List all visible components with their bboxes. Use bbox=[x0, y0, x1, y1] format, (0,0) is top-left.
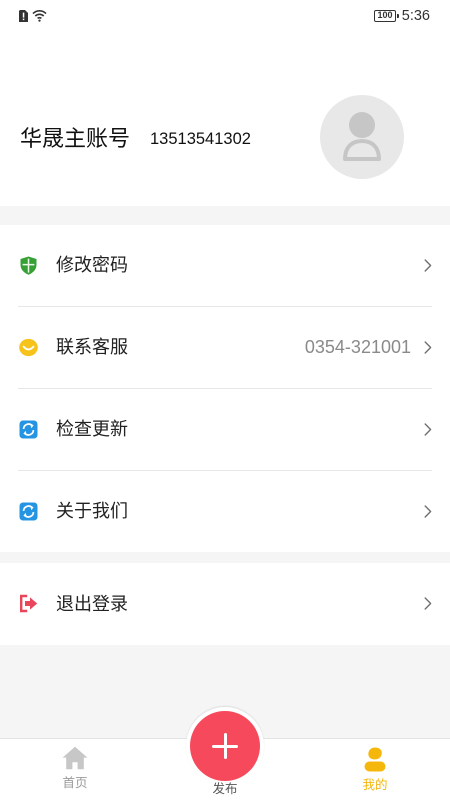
smile-icon bbox=[19, 338, 38, 357]
tab-label: 我的 bbox=[362, 778, 388, 792]
wifi-icon bbox=[32, 10, 47, 22]
tab-label: 首页 bbox=[62, 776, 88, 790]
logout-label: 退出登录 bbox=[56, 594, 128, 614]
shield-icon bbox=[20, 256, 37, 275]
default-avatar-icon bbox=[343, 112, 381, 161]
sim-alert-icon bbox=[19, 10, 28, 22]
home-icon bbox=[62, 746, 88, 770]
avatar[interactable] bbox=[320, 95, 404, 179]
publish-button-ring bbox=[186, 707, 264, 785]
refresh-icon bbox=[19, 502, 38, 521]
menu-item-change-password[interactable]: 修改密码 bbox=[0, 225, 450, 306]
account-name: 华晟主账号 bbox=[20, 126, 131, 151]
status-bar: 100 5:36 bbox=[0, 0, 450, 30]
tab-publish[interactable]: 发布 bbox=[150, 707, 300, 800]
chevron-right-icon bbox=[424, 341, 432, 354]
battery-level: 100 bbox=[377, 10, 393, 20]
chevron-right-icon bbox=[424, 597, 432, 610]
battery-icon: 100 bbox=[374, 10, 399, 22]
tab-label: 发布 bbox=[212, 782, 238, 796]
plus-icon bbox=[223, 733, 227, 759]
support-phone-number: 0354-321001 bbox=[304, 337, 411, 357]
tab-home[interactable]: 首页 bbox=[0, 739, 150, 800]
account-phone: 13513541302 bbox=[150, 130, 251, 148]
chevron-right-icon bbox=[424, 505, 432, 518]
menu-item-label: 关于我们 bbox=[56, 501, 128, 521]
logout-icon bbox=[20, 594, 38, 613]
settings-menu: 修改密码 联系客服 0354-321001 检查更新 关于我们 bbox=[0, 225, 450, 552]
bottom-tab-bar: 首页 发布 我的 bbox=[0, 707, 450, 800]
publish-button[interactable] bbox=[190, 711, 260, 781]
menu-item-contact-support[interactable]: 联系客服 0354-321001 bbox=[0, 307, 450, 388]
menu-item-label: 检查更新 bbox=[56, 419, 128, 439]
logout-button[interactable]: 退出登录 bbox=[0, 563, 450, 645]
menu-item-check-update[interactable]: 检查更新 bbox=[0, 389, 450, 470]
menu-item-label: 修改密码 bbox=[56, 255, 128, 275]
logout-section: 退出登录 bbox=[0, 563, 450, 645]
refresh-icon bbox=[19, 420, 38, 439]
profile-header: 华晟主账号 13513541302 bbox=[0, 30, 450, 206]
menu-item-about-us[interactable]: 关于我们 bbox=[0, 471, 450, 552]
chevron-right-icon bbox=[424, 423, 432, 436]
user-icon bbox=[364, 747, 386, 772]
menu-item-label: 联系客服 bbox=[56, 337, 128, 357]
tab-me[interactable]: 我的 bbox=[300, 739, 450, 800]
clock: 5:36 bbox=[401, 8, 430, 24]
chevron-right-icon bbox=[424, 259, 432, 272]
